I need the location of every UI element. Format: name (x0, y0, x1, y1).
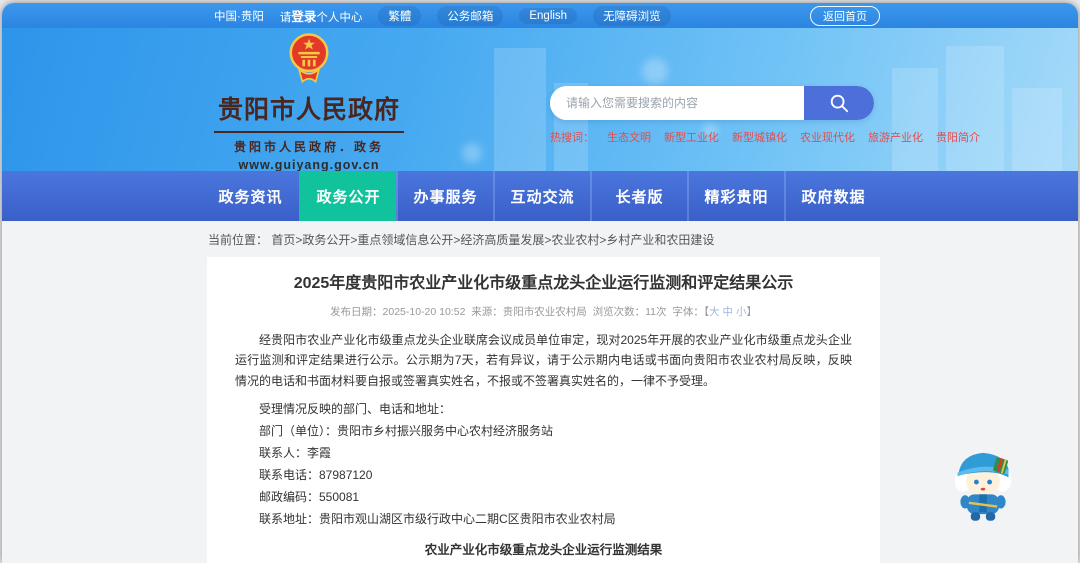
search-button[interactable] (804, 86, 874, 120)
hot-word[interactable]: 生态文明 (607, 129, 651, 145)
building-silhouette (892, 68, 938, 171)
publish-date-label: 发布日期： (330, 305, 383, 318)
building-silhouette (946, 46, 1004, 171)
official-mail-button[interactable]: 公务邮箱 (437, 5, 504, 26)
nav-item-zhengfu-shuju[interactable]: 政府数据 (784, 171, 881, 221)
font-size-large-button[interactable]: 大 (709, 306, 720, 318)
article-paragraph: 经贵阳市农业产业化市级重点龙头企业联席会议成员单位审定，现对2025年开展的农业… (235, 332, 852, 389)
login-strong: 登录 (291, 10, 317, 24)
font-size-small-button[interactable]: 小 (736, 306, 747, 318)
accessibility-button[interactable]: 无障碍浏览 (593, 5, 671, 26)
login-link[interactable]: 请登录个人中心 (280, 6, 363, 25)
site-url: www.guiyang.gov.cn (238, 158, 380, 171)
hot-search-label: 热搜词： (550, 132, 594, 144)
contact-postcode-line: 邮政编码：550081 (259, 489, 360, 504)
breadcrumb-path[interactable]: 首页>政务公开>重点领域信息公开>经济高质量发展>农业农村>乡村产业和农田建设 (271, 233, 714, 247)
hot-word[interactable]: 新型工业化 (664, 129, 719, 145)
font-size-medium-button[interactable]: 中 (723, 306, 734, 318)
site-subtitle: 贵阳市人民政府．政务 (233, 140, 384, 154)
nav-item-zhengwu-gongkai[interactable]: 政务公开 (299, 171, 396, 221)
contact-person-line: 联系人：李霞 (259, 445, 332, 460)
search-area: 热搜词： 生态文明 新型工业化 新型城镇化 农业现代化 旅游产业化 贵阳简介 (550, 86, 980, 145)
source-label: 来源： (471, 305, 503, 318)
nav-item-jingcai-guiyang[interactable]: 精彩贵阳 (687, 171, 784, 221)
traditional-chinese-button[interactable]: 繁體 (378, 5, 422, 26)
views-label: 浏览次数： (592, 305, 646, 318)
login-suffix: 个人中心 (316, 12, 363, 24)
source-value: 贵阳市农业农村局 (502, 305, 587, 318)
hot-word[interactable]: 新型城镇化 (732, 129, 787, 145)
search-icon (830, 94, 849, 113)
article-title: 2025年度贵阳市农业产业化市级重点龙头企业运行监测和评定结果公示 (293, 275, 794, 292)
return-home-button[interactable]: 返回首页 (810, 5, 880, 26)
bokeh-light (642, 58, 668, 84)
hot-word[interactable]: 农业现代化 (800, 129, 855, 145)
building-silhouette (1012, 88, 1062, 171)
nav-item-zhengwu-zixun[interactable]: 政务资讯 (202, 171, 299, 221)
login-prefix: 请 (279, 12, 292, 24)
results-table-title: 农业产业化市级重点龙头企业运行监测结果 (424, 542, 663, 557)
nav-item-banshi-fuwu[interactable]: 办事服务 (396, 171, 493, 221)
font-size-label: 字体：【 (672, 305, 710, 318)
top-utility-bar: 中国·贵阳 请登录个人中心 繁體 公务邮箱 English 无障碍浏览 返回首页 (2, 3, 1078, 28)
font-size-bracket: 】 (746, 305, 757, 318)
building-silhouette (494, 48, 546, 171)
national-emblem-icon (289, 33, 329, 84)
english-button[interactable]: English (519, 7, 578, 24)
region-link[interactable]: 中国·贵阳 (214, 8, 264, 24)
site-window: 中国·贵阳 请登录个人中心 繁體 公务邮箱 English 无障碍浏览 返回首页 (2, 3, 1078, 563)
contact-address-line: 联系地址：贵阳市观山湖区市级行政中心二期C区贵阳市农业农村局 (259, 511, 616, 526)
breadcrumb-label: 当前位置： (208, 233, 269, 247)
site-logo[interactable]: 贵阳市人民政府 贵阳市人民政府．政务 www.guiyang.gov.cn (214, 32, 404, 171)
contact-department-line: 部门（单位）：贵阳市乡村振兴服务中心农村经济服务站 (259, 423, 554, 438)
contact-phone-line: 联系电话：87987120 (259, 467, 373, 482)
assistant-mascot[interactable] (950, 443, 1016, 528)
views-value: 11次 (645, 305, 667, 318)
hot-search-line: 热搜词： 生态文明 新型工业化 新型城镇化 农业现代化 旅游产业化 贵阳简介 (550, 129, 980, 145)
nav-item-zhangzhe-ban[interactable]: 长者版 (590, 171, 687, 221)
search-input[interactable] (550, 86, 804, 120)
site-name: 贵阳市人民政府 (214, 90, 404, 133)
bokeh-light (462, 143, 482, 163)
hot-word[interactable]: 旅游产业化 (868, 129, 923, 145)
hot-word[interactable]: 贵阳简介 (936, 129, 980, 145)
mascot-icon (954, 452, 1012, 521)
site-banner: 贵阳市人民政府 贵阳市人民政府．政务 www.guiyang.gov.cn 热搜… (2, 28, 1078, 171)
publish-date-value: 2025-10-20 10:52 (382, 305, 466, 318)
nav-item-hudong-jiaoliu[interactable]: 互动交流 (493, 171, 590, 221)
contact-intro-line: 受理情况反映的部门、电话和地址： (259, 401, 452, 416)
search-bar (550, 86, 874, 120)
breadcrumb: 当前位置： 首页>政务公开>重点领域信息公开>经济高质量发展>农业农村>乡村产业… (2, 221, 1078, 257)
main-nav: 政务资讯 政务公开 办事服务 互动交流 长者版 精彩贵阳 政府数据 (2, 171, 1078, 221)
article-meta: 发布日期：2025-10-20 10:52 来源：贵阳市农业农村局 浏览次数：1… (235, 304, 852, 319)
article-card: 2025年度贵阳市农业产业化市级重点龙头企业运行监测和评定结果公示 发布日期：2… (207, 257, 880, 563)
